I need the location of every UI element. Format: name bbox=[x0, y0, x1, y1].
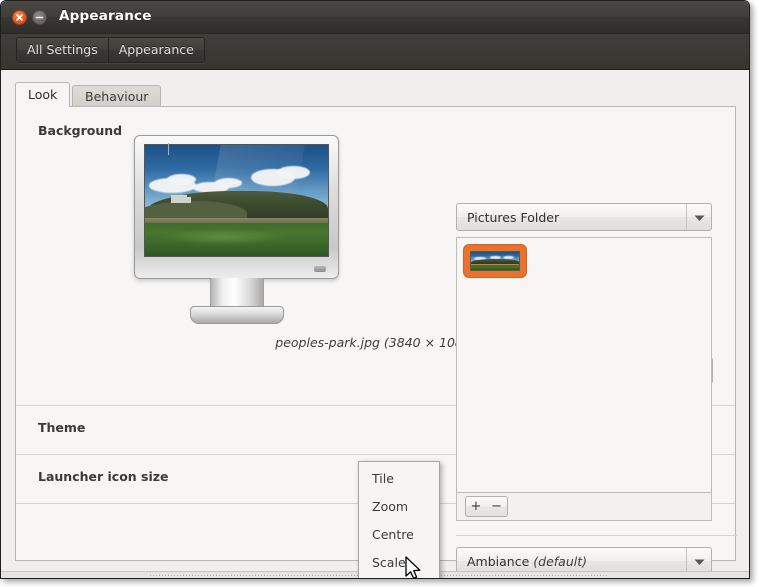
add-wallpaper-button[interactable]: + bbox=[465, 496, 487, 517]
wallpaper-source-dropdown[interactable]: Pictures Folder bbox=[456, 203, 712, 231]
all-settings-button[interactable]: All Settings bbox=[17, 38, 108, 62]
breadcrumb: All Settings Appearance bbox=[16, 37, 205, 63]
close-icon[interactable] bbox=[12, 10, 27, 25]
wallpaper-source-value: Pictures Folder bbox=[467, 210, 560, 225]
wallpaper-thumbnail-image bbox=[470, 251, 520, 271]
menu-item-centre[interactable]: Centre bbox=[359, 521, 439, 549]
title-bar: Appearance bbox=[1, 1, 749, 34]
wallpaper-list[interactable] bbox=[456, 237, 712, 493]
monitor-preview[interactable] bbox=[134, 135, 339, 325]
appearance-button[interactable]: Appearance bbox=[107, 38, 204, 62]
tab-look[interactable]: Look bbox=[15, 82, 71, 107]
wallpaper-list-toolbar: + − bbox=[456, 493, 712, 521]
navigation-toolbar: All Settings Appearance bbox=[1, 34, 749, 70]
menu-item-scale[interactable]: Scale bbox=[359, 549, 439, 577]
menu-item-zoom[interactable]: Zoom bbox=[359, 493, 439, 521]
appearance-window: Appearance All Settings Appearance Look … bbox=[0, 0, 750, 579]
chevron-down-icon bbox=[686, 204, 711, 230]
monitor-power-led bbox=[314, 266, 326, 272]
monitor-stand-base bbox=[190, 306, 284, 324]
theme-default-suffix: (default) bbox=[533, 554, 588, 569]
notebook-tabs: Look Behaviour bbox=[15, 82, 735, 107]
slider-tick-mark bbox=[168, 143, 169, 155]
window-title: Appearance bbox=[59, 8, 152, 24]
separator bbox=[456, 535, 737, 536]
background-heading: Background bbox=[38, 123, 123, 138]
menu-item-fill[interactable]: Fill bbox=[359, 577, 439, 578]
wallpaper-preview-image bbox=[144, 144, 329, 257]
remove-wallpaper-button[interactable]: − bbox=[486, 496, 508, 517]
theme-value: Ambiance (default) bbox=[467, 554, 587, 569]
monitor-bezel bbox=[134, 135, 339, 279]
content-area: Look Behaviour Background peoples-park.j… bbox=[1, 70, 749, 578]
launcher-icon-size-heading: Launcher icon size bbox=[38, 469, 169, 484]
wallpaper-placement-menu: Tile Zoom Centre Scale Fill Span bbox=[358, 461, 440, 578]
tab-behaviour[interactable]: Behaviour bbox=[72, 85, 162, 106]
theme-name: Ambiance bbox=[467, 554, 530, 569]
theme-heading: Theme bbox=[38, 420, 86, 435]
wallpaper-thumbnail-selected[interactable] bbox=[464, 245, 526, 277]
minimize-icon[interactable] bbox=[32, 10, 47, 25]
menu-item-tile[interactable]: Tile bbox=[359, 465, 439, 493]
